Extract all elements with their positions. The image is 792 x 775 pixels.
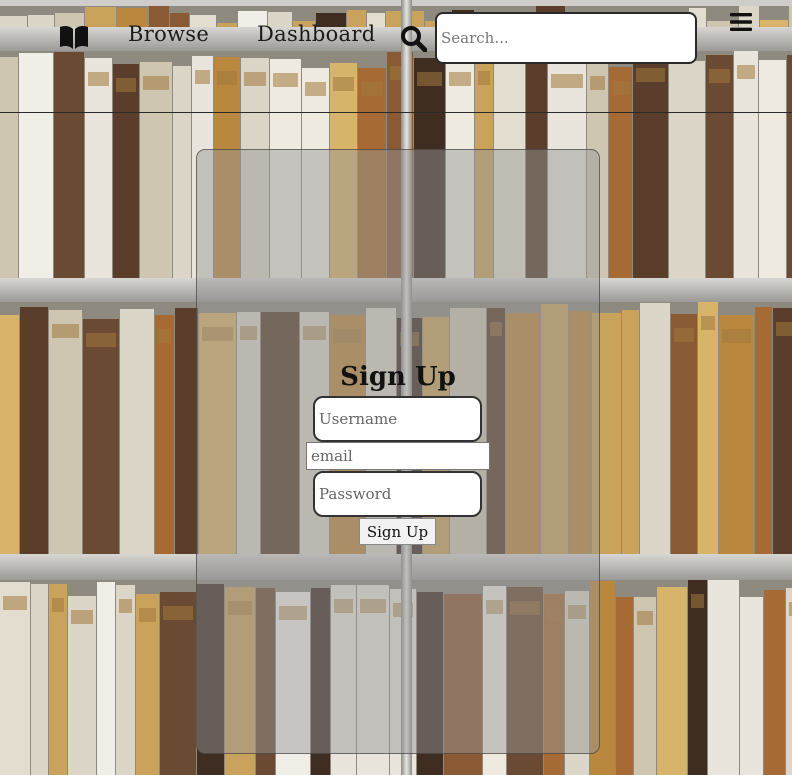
book-spine <box>764 590 785 775</box>
open-book-icon[interactable] <box>59 24 89 50</box>
book-spine <box>640 303 670 554</box>
book-spine <box>0 315 19 554</box>
book-spine <box>657 587 687 775</box>
book-spine-label <box>691 594 704 608</box>
book-spine <box>0 582 30 775</box>
email-input[interactable] <box>306 442 490 470</box>
book-spine <box>116 585 135 775</box>
book-spine-label <box>722 329 751 343</box>
top-navigation: Browse Dashboard <box>0 0 792 113</box>
book-spine <box>773 308 792 554</box>
book-spine <box>671 314 697 554</box>
book-spine-label <box>52 324 79 338</box>
book-spine <box>20 307 48 554</box>
signup-title: Sign Up <box>340 362 456 392</box>
book-spine <box>49 310 82 554</box>
book-spine <box>708 580 739 775</box>
book-spine <box>698 302 718 554</box>
book-spine <box>755 307 772 554</box>
book-spine-label <box>139 608 156 622</box>
password-input[interactable] <box>313 471 482 517</box>
book-spine <box>622 310 639 554</box>
book-spine-label <box>637 611 653 625</box>
book-spine <box>616 597 633 775</box>
book-spine-label <box>86 333 116 347</box>
search-input[interactable] <box>435 12 697 64</box>
book-spine-label <box>163 606 193 620</box>
book-spine-label <box>119 599 132 613</box>
book-spine <box>688 580 707 775</box>
nav-link-dashboard[interactable]: Dashboard <box>257 22 375 46</box>
nav-link-browse[interactable]: Browse <box>128 22 209 46</box>
book-spine <box>49 584 67 775</box>
book-spine <box>97 582 115 775</box>
signup-submit-button[interactable]: Sign Up <box>359 518 436 545</box>
hamburger-icon[interactable] <box>729 11 753 33</box>
book-spine <box>719 315 754 554</box>
book-spine-label <box>3 596 27 610</box>
book-spine-label <box>52 598 64 612</box>
book-spine <box>120 309 154 554</box>
book-spine <box>83 319 119 554</box>
magnifier-icon[interactable] <box>400 25 427 52</box>
book-spine-label <box>776 322 792 336</box>
username-input[interactable] <box>313 396 482 442</box>
book-spine <box>740 597 763 775</box>
page: Browse Dashboard Sign Up Sign Up <box>0 0 792 775</box>
book-spine <box>155 315 174 554</box>
book-spine <box>31 584 48 775</box>
book-spine-label <box>158 329 171 343</box>
book-spine <box>786 588 792 775</box>
book-spine-label <box>674 328 694 342</box>
signup-panel: Sign Up Sign Up <box>196 149 600 754</box>
book-spine-label <box>701 316 715 330</box>
book-spine <box>175 308 198 554</box>
book-spine-label <box>71 610 93 624</box>
